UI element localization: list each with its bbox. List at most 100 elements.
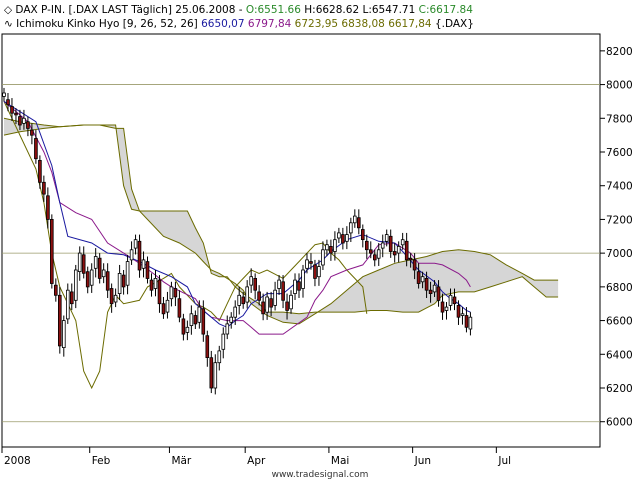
candle-body xyxy=(364,240,369,251)
candle-body xyxy=(245,286,250,303)
y-tick-label: 6000 xyxy=(606,417,633,429)
candle-body xyxy=(329,245,333,254)
price-chart[interactable]: 6000 6200 6400 6600 6800 7000 7200 7400 7600 7800… xyxy=(0,0,640,480)
candle-body xyxy=(38,159,42,183)
candle-body xyxy=(452,296,457,305)
candle-body xyxy=(74,269,78,301)
candle-body xyxy=(18,116,22,126)
footer-credit: www.tradesignal.com xyxy=(272,470,369,480)
candle-body xyxy=(89,269,94,286)
y-tick-label: 6600 xyxy=(606,316,633,328)
candle-body xyxy=(456,304,461,318)
candle-body xyxy=(229,316,234,323)
candle-body xyxy=(133,239,138,249)
candle-body xyxy=(285,301,289,311)
candle-body xyxy=(468,316,473,330)
candle-body xyxy=(181,318,186,335)
candle-body xyxy=(293,279,297,295)
x-tick-label: Feb xyxy=(92,455,111,467)
candle-body xyxy=(77,252,82,273)
candle-body xyxy=(93,256,98,269)
senkou-span-a-line xyxy=(3,117,559,325)
candle-body xyxy=(317,266,321,278)
candle-body xyxy=(201,308,206,335)
candle-body xyxy=(213,362,218,389)
x-tick-label: 2008 xyxy=(4,455,31,467)
candle-body xyxy=(345,234,349,242)
candle-body xyxy=(189,313,194,326)
candle-body xyxy=(341,234,345,244)
candle-body xyxy=(137,240,142,271)
candle-body xyxy=(464,315,469,328)
candle-body xyxy=(121,274,126,288)
candle-body xyxy=(225,323,230,335)
candle-body xyxy=(58,294,62,347)
candle-body xyxy=(209,357,214,389)
candle-body xyxy=(185,326,190,333)
candle-body xyxy=(428,289,433,295)
candle-body xyxy=(165,299,170,313)
candle-body xyxy=(237,294,242,306)
candle-body xyxy=(333,239,337,252)
candle-body xyxy=(70,291,74,305)
candle-body xyxy=(10,106,14,114)
candle-body xyxy=(424,277,429,291)
candle-body xyxy=(313,264,317,279)
candle-body xyxy=(66,289,70,320)
candle-body xyxy=(388,235,393,252)
candle-body xyxy=(396,245,401,254)
candle-body xyxy=(273,289,277,306)
candle-body xyxy=(352,215,357,224)
candle-body xyxy=(408,257,413,261)
candle-body xyxy=(173,288,178,298)
candle-body xyxy=(22,117,26,124)
candle-body xyxy=(109,288,114,305)
candle-body xyxy=(376,249,381,259)
candle-body xyxy=(113,294,118,303)
x-tick-label: Jun xyxy=(414,455,431,467)
candle-body xyxy=(321,249,325,266)
candle-body xyxy=(6,99,10,106)
candle-body xyxy=(46,195,50,220)
candle-body xyxy=(42,181,46,195)
candle-body xyxy=(305,259,309,269)
candle-body xyxy=(444,306,449,311)
y-tick-label: 7200 xyxy=(606,214,633,226)
candle-body xyxy=(301,269,305,289)
candle-body xyxy=(85,271,90,288)
candle-body xyxy=(348,222,353,234)
candle-body xyxy=(62,320,66,349)
candle-body xyxy=(265,296,269,313)
candle-body xyxy=(177,298,182,318)
candle-body xyxy=(149,279,154,291)
candle-body xyxy=(161,303,166,315)
candle-body xyxy=(325,244,329,251)
candle-body xyxy=(153,277,158,289)
candle-body xyxy=(241,296,246,305)
candle-body xyxy=(380,242,385,249)
candle-body xyxy=(257,291,261,301)
candle-body xyxy=(141,259,146,269)
candle-body xyxy=(368,249,373,254)
candle-body xyxy=(193,315,198,325)
y-tick-label: 8200 xyxy=(606,46,633,58)
candle-body xyxy=(404,240,409,261)
y-tick-label: 7400 xyxy=(606,181,633,193)
y-tick-label: 6800 xyxy=(606,282,633,294)
candle-body xyxy=(101,269,106,278)
candle-body xyxy=(145,261,150,279)
candle-body xyxy=(281,281,285,301)
candle-body xyxy=(436,286,441,301)
candle-body xyxy=(125,261,130,286)
candle-body xyxy=(197,306,202,323)
candle-body xyxy=(384,234,389,242)
candle-body xyxy=(440,301,445,313)
candle-body xyxy=(54,284,58,296)
candle-body xyxy=(34,138,38,160)
y-tick-label: 7000 xyxy=(606,248,633,260)
x-tick-label: Mai xyxy=(331,455,349,467)
candle-body xyxy=(360,229,365,241)
candle-body xyxy=(221,333,226,350)
candle-body xyxy=(253,277,258,291)
x-tick-label: Jul xyxy=(497,455,511,467)
